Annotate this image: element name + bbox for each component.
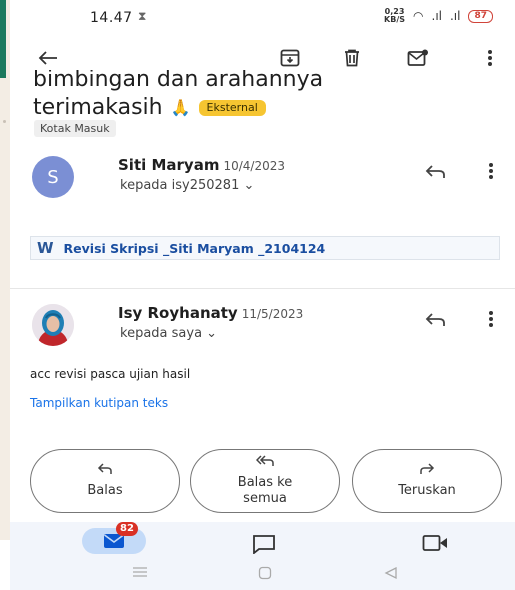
inbox-label-chip[interactable]: Kotak Masuk	[34, 120, 116, 137]
word-doc-icon: W	[37, 239, 54, 257]
archive-icon[interactable]	[278, 46, 302, 70]
delete-icon[interactable]	[340, 46, 364, 70]
chevron-down-icon[interactable]: ⌄	[206, 326, 217, 341]
external-badge: Eksternal	[198, 100, 266, 116]
subject-line-2: terimakasih	[33, 95, 163, 120]
more-options-icon[interactable]	[488, 162, 494, 185]
email-subject: bimbingan dan arahannya terimakasih 🙏 Ek…	[33, 70, 323, 122]
status-time: 14.47	[90, 10, 133, 26]
recent-apps-icon[interactable]	[132, 566, 148, 582]
network-speed: 0,23 KB/S	[384, 8, 405, 24]
chat-icon	[253, 535, 275, 554]
subject-line-2-row: terimakasih 🙏 Eksternal	[33, 94, 323, 122]
wifi-icon: ◠	[413, 9, 424, 23]
recipient-line[interactable]: kepada isy250281 ⌄	[120, 178, 254, 193]
nav-chat[interactable]	[252, 534, 276, 554]
sender-line: Isy Royhanaty 11/5/2023	[118, 304, 303, 322]
signal-icon: .ıl	[431, 9, 442, 23]
network-speed-unit: KB/S	[384, 15, 406, 24]
recipient-text: kepada saya	[120, 326, 203, 341]
recipient-text: kepada isy250281	[120, 178, 240, 193]
pray-emoji-icon: 🙏	[170, 98, 191, 117]
back-arrow-icon[interactable]	[36, 46, 60, 70]
sender-name: Siti Maryam	[118, 156, 220, 174]
avatar[interactable]: S	[32, 156, 74, 198]
home-icon[interactable]	[258, 566, 272, 584]
attachment-chip[interactable]: W Revisi Skripsi _Siti Maryam _2104124	[30, 236, 500, 260]
background-accent	[0, 0, 6, 78]
subject-line-1: bimbingan dan arahannya	[33, 70, 324, 92]
more-options-icon[interactable]	[478, 46, 502, 70]
nav-mail[interactable]: 82	[82, 522, 146, 554]
mark-unread-icon[interactable]	[406, 46, 430, 70]
background-dot	[3, 120, 6, 123]
forward-label: Teruskan	[398, 483, 456, 498]
reply-button[interactable]: Balas	[30, 449, 180, 513]
status-indicators: 0,23 KB/S ◠ .ıl .ıl 87	[384, 8, 493, 24]
chevron-down-icon[interactable]: ⌄	[243, 178, 254, 193]
system-navigation	[10, 562, 515, 590]
battery-icon: 87	[468, 9, 493, 23]
reply-icon	[97, 463, 113, 479]
message-date: 10/4/2023	[223, 159, 285, 173]
forward-icon	[419, 463, 435, 479]
forward-button[interactable]: Teruskan	[352, 449, 502, 513]
reply-all-button[interactable]: Balas ke semua	[190, 449, 340, 513]
unread-count-badge: 82	[116, 522, 138, 536]
reply-icon[interactable]	[424, 310, 446, 334]
sender-line: Siti Maryam 10/4/2023	[118, 156, 285, 174]
reply-all-icon	[255, 455, 274, 471]
sender-name: Isy Royhanaty	[118, 304, 238, 322]
show-quoted-text-link[interactable]: Tampilkan kutipan teks	[30, 396, 168, 410]
more-options-icon[interactable]	[488, 310, 494, 333]
mail-pill: 82	[82, 522, 146, 554]
notification-icon: ⧗	[138, 9, 147, 23]
back-icon[interactable]	[384, 566, 398, 584]
message-divider	[10, 288, 515, 289]
background-strip	[0, 0, 10, 540]
attachment-name: Revisi Skripsi _Siti Maryam _2104124	[63, 240, 326, 256]
reply-label: Balas	[87, 483, 123, 498]
video-camera-icon	[422, 535, 447, 551]
status-bar: 14.47 ⧗ 0,23 KB/S ◠ .ıl .ıl 87	[10, 0, 515, 38]
signal-icon-2: .ıl	[449, 9, 461, 23]
reply-icon[interactable]	[424, 162, 446, 186]
message-date: 11/5/2023	[241, 307, 304, 321]
message-body: acc revisi pasca ujian hasil	[30, 367, 191, 381]
bottom-navigation: 82	[10, 522, 515, 562]
avatar-photo[interactable]	[32, 304, 74, 346]
reply-all-label: Balas ke semua	[237, 475, 293, 506]
recipient-line[interactable]: kepada saya ⌄	[120, 326, 217, 341]
nav-meet[interactable]	[422, 534, 448, 552]
